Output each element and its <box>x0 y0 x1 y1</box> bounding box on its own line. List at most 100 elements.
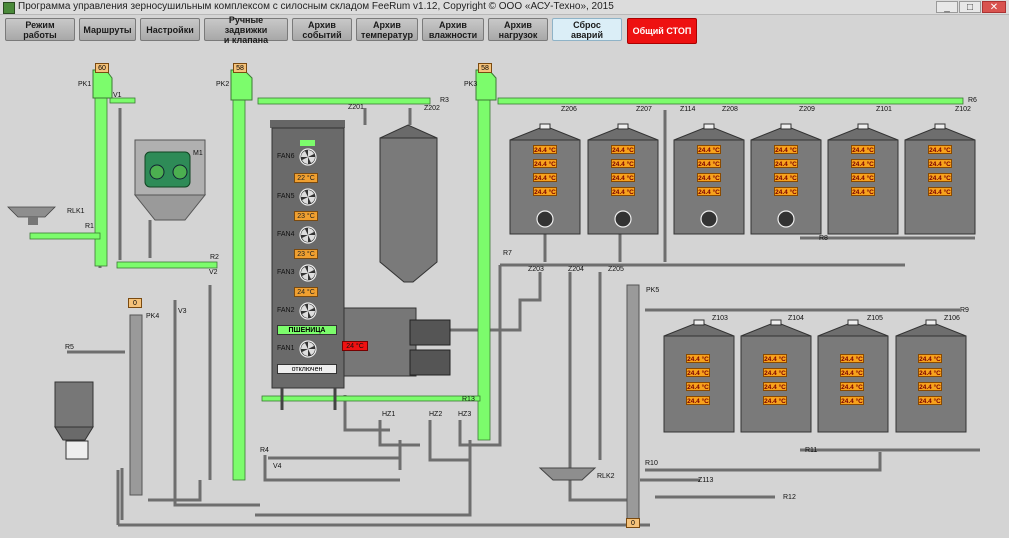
label-z207: Z207 <box>636 106 652 113</box>
silo-temp-sensor: 24.4 °C <box>840 368 864 377</box>
label-z205: Z205 <box>608 266 624 273</box>
pk5-value: 0 <box>626 518 640 528</box>
intake-rlk1 <box>7 206 56 225</box>
dryer-fan-label-1: FAN1 <box>277 345 295 352</box>
label-z114: Z114 <box>680 106 696 113</box>
label-z101: Z101 <box>876 106 892 113</box>
dryer-fan-label-4: FAN4 <box>277 231 295 238</box>
label-z102: Z102 <box>955 106 971 113</box>
silos-group <box>509 123 976 433</box>
silo-fan-icon[interactable] <box>777 210 795 228</box>
silo-temp-sensor: 24.4 °C <box>533 159 557 168</box>
label-r9: R9 <box>960 307 969 314</box>
label-z106: Z106 <box>944 315 960 322</box>
label-r13: R13 <box>462 396 475 403</box>
scada-window: Программа управления зерносушильным комп… <box>0 0 1009 538</box>
silo-temp-sensor: 24.4 °C <box>928 159 952 168</box>
silo-temp-sensor: 24.4 °C <box>840 396 864 405</box>
silo-fan-icon[interactable] <box>536 210 554 228</box>
silo-temp-sensor: 24.4 °C <box>774 187 798 196</box>
silo-temp-sensor: 24.4 °C <box>686 368 710 377</box>
grain-type-indicator[interactable]: ПШЕНИЦА <box>277 325 337 335</box>
pk2-value: 58 <box>233 63 247 73</box>
dryer-zone-temp: 23 °C <box>294 211 318 221</box>
pk1-value: 60 <box>95 63 109 73</box>
label-rlk2: RLK2 <box>597 473 615 480</box>
silo-temp-sensor: 24.4 °C <box>686 396 710 405</box>
silo-temp-sensor: 24.4 °C <box>851 145 875 154</box>
silo-temp-sensor: 24.4 °C <box>611 173 635 182</box>
silo-temp-sensor: 24.4 °C <box>763 354 787 363</box>
fan-icon[interactable] <box>299 226 317 244</box>
silo-temp-sensor: 24.4 °C <box>851 159 875 168</box>
fan-icon[interactable] <box>299 302 317 320</box>
dryer-fan-label-3: FAN3 <box>277 269 295 276</box>
label-r6: R6 <box>968 97 977 104</box>
label-r4: R4 <box>260 447 269 454</box>
silo-temp-sensor: 24.4 °C <box>686 354 710 363</box>
storage-bin <box>379 124 438 283</box>
silo-temp-sensor: 24.4 °C <box>774 145 798 154</box>
silo-temp-sensor: 24.4 °C <box>851 173 875 182</box>
fan-icon[interactable] <box>299 188 317 206</box>
silo-temp-sensor: 24.4 °C <box>918 382 942 391</box>
silo-temp-sensor: 24.4 °C <box>774 159 798 168</box>
label-z103: Z103 <box>712 315 728 322</box>
silo-temp-sensor: 24.4 °C <box>763 396 787 405</box>
fan-icon[interactable] <box>299 148 317 166</box>
dryer-fan-label-5: FAN5 <box>277 193 295 200</box>
dryer-zone-temp: 23 °C <box>294 249 318 259</box>
label-rlk1: RLK1 <box>67 208 85 215</box>
silo-temp-sensor: 24.4 °C <box>918 396 942 405</box>
label-r2: R2 <box>210 254 219 261</box>
label-z201: Z201 <box>348 104 364 111</box>
silo-fan-icon[interactable] <box>614 210 632 228</box>
silo-temp-sensor: 24.4 °C <box>763 368 787 377</box>
label-r11: R11 <box>805 447 817 454</box>
dryer-zone-temp: 22 °C <box>294 173 318 183</box>
label-r12: R12 <box>783 494 796 501</box>
dryer-fan-label-6: FAN6 <box>277 153 295 160</box>
label-r7: R7 <box>503 250 512 257</box>
label-pk4: PK4 <box>146 313 159 320</box>
label-pk1: PK1 <box>78 81 91 88</box>
silo-temp-sensor: 24.4 °C <box>851 187 875 196</box>
burner-temp-alarm: 24 °C <box>342 341 368 351</box>
label-z203: Z203 <box>528 266 544 273</box>
label-z206: Z206 <box>561 106 577 113</box>
label-r10: R10 <box>645 460 658 467</box>
label-pk2: PK2 <box>216 81 229 88</box>
silo-temp-sensor: 24.4 °C <box>774 173 798 182</box>
label-pk5: PK5 <box>646 287 659 294</box>
silo-temp-sensor: 24.4 °C <box>763 382 787 391</box>
silo-temp-sensor: 24.4 °C <box>611 145 635 154</box>
label-hz2: HZ2 <box>429 411 442 418</box>
label-r3: R3 <box>440 97 449 104</box>
label-hz1: HZ1 <box>382 411 395 418</box>
silo-temp-sensor: 24.4 °C <box>697 187 721 196</box>
fan-icon[interactable] <box>299 340 317 358</box>
bagging-silo <box>54 381 94 460</box>
label-v2: V2 <box>209 269 218 276</box>
process-scheme: PK1 PK2 PK3 PK4 PK5 RLK1 R1 V1 M1 R2 V2 … <box>7 69 980 527</box>
label-z204: Z204 <box>568 266 584 273</box>
fan-icon[interactable] <box>299 264 317 282</box>
dryer-status[interactable]: отключен <box>277 364 337 374</box>
label-z208: Z208 <box>722 106 738 113</box>
label-v4: V4 <box>273 463 282 470</box>
label-z105: Z105 <box>867 315 883 322</box>
pk4-value: 0 <box>128 298 142 308</box>
silo-temp-sensor: 24.4 °C <box>697 145 721 154</box>
pk3-value: 58 <box>478 63 492 73</box>
label-r8: R8 <box>819 235 828 242</box>
dryer-zone-temp: 24 °C <box>294 287 318 297</box>
label-r1: R1 <box>85 223 94 230</box>
label-z202: Z202 <box>424 105 440 112</box>
silo-temp-sensor: 24.4 °C <box>697 159 721 168</box>
intake-rlk2 <box>538 467 597 481</box>
dryer-fan-label-2: FAN2 <box>277 307 295 314</box>
silo-fan-icon[interactable] <box>700 210 718 228</box>
silo-temp-sensor: 24.4 °C <box>697 173 721 182</box>
silo-temp-sensor: 24.4 °C <box>533 187 557 196</box>
silo-temp-sensor: 24.4 °C <box>533 145 557 154</box>
